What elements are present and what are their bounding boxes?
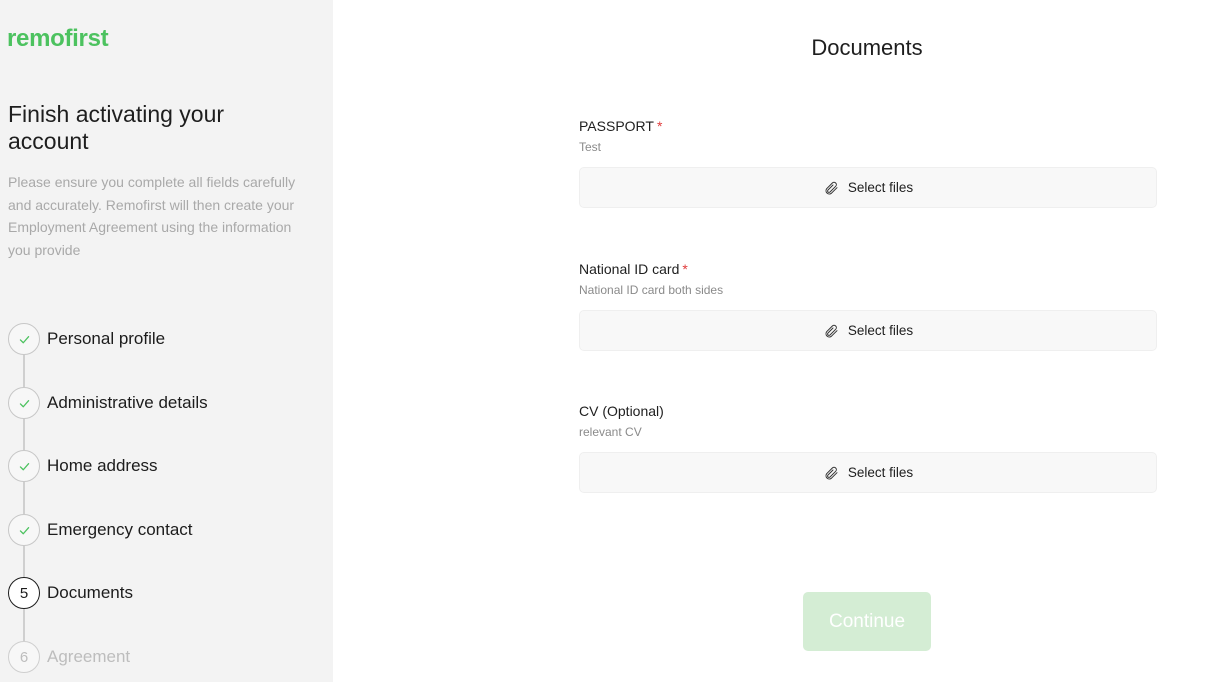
field-label: CV (Optional) xyxy=(579,403,1157,419)
step-connector xyxy=(23,545,25,577)
check-icon xyxy=(8,387,40,419)
field-hint: Test xyxy=(579,140,602,154)
step-documents[interactable]: 5 Documents xyxy=(8,577,133,609)
step-label: Administrative details xyxy=(47,393,208,412)
step-home-address[interactable]: Home address xyxy=(8,450,158,482)
step-connector xyxy=(23,609,25,641)
step-connector xyxy=(23,355,25,387)
step-agreement: 6 Agreement xyxy=(8,641,130,673)
passport-field: PASSPORT * Test Select files xyxy=(579,118,1157,208)
national-id-select-files-button[interactable]: Select files xyxy=(579,310,1157,351)
cv-select-files-button[interactable]: Select files xyxy=(579,452,1157,493)
check-icon xyxy=(8,323,40,355)
check-icon xyxy=(8,450,40,482)
sidebar-description: Please ensure you complete all fields ca… xyxy=(8,174,296,258)
step-emergency-contact[interactable]: Emergency contact xyxy=(8,514,193,546)
sidebar-heading: Finish activating your account xyxy=(8,101,225,154)
field-label-text: PASSPORT xyxy=(579,118,654,134)
field-label: PASSPORT * xyxy=(579,118,1157,134)
main-content: Documents PASSPORT * Test Select files Na… xyxy=(333,0,1208,682)
passport-select-files-button[interactable]: Select files xyxy=(579,167,1157,208)
step-number: 5 xyxy=(8,577,40,609)
button-label: Select files xyxy=(847,180,914,195)
step-label: Home address xyxy=(47,456,158,475)
field-hint: National ID card both sides xyxy=(579,283,724,297)
step-label: Documents xyxy=(47,583,133,602)
step-label: Personal profile xyxy=(47,329,166,348)
button-label: Select files xyxy=(847,323,914,338)
step-label: Agreement xyxy=(47,647,131,666)
field-label-text: National ID card xyxy=(579,261,680,277)
step-number: 6 xyxy=(8,641,40,673)
field-label: National ID card * xyxy=(579,261,1157,277)
button-label: Select files xyxy=(847,465,914,480)
continue-button[interactable]: Continue xyxy=(803,592,931,651)
remofirst-logo[interactable]: remofirst xyxy=(7,25,109,53)
step-connector xyxy=(23,418,25,450)
sidebar: remofirst Finish activating your account… xyxy=(0,0,333,682)
field-label-text: CV (Optional) xyxy=(579,403,664,419)
app-layout: remofirst Finish activating your account… xyxy=(0,0,1208,682)
page-title: Documents xyxy=(811,35,923,60)
step-personal-profile[interactable]: Personal profile xyxy=(8,323,165,355)
field-hint: relevant CV xyxy=(579,425,642,439)
step-administrative-details[interactable]: Administrative details xyxy=(8,387,208,419)
step-connector xyxy=(23,482,25,514)
paperclip-icon xyxy=(825,181,838,194)
required-marker: * xyxy=(656,118,663,134)
step-label: Emergency contact xyxy=(47,520,193,539)
paperclip-icon xyxy=(825,324,838,337)
national-id-field: National ID card * National ID card both … xyxy=(579,261,1157,351)
cv-field: CV (Optional) relevant CV Select files xyxy=(579,403,1157,493)
required-marker: * xyxy=(682,261,688,277)
paperclip-icon xyxy=(825,466,838,479)
check-icon xyxy=(8,514,40,546)
